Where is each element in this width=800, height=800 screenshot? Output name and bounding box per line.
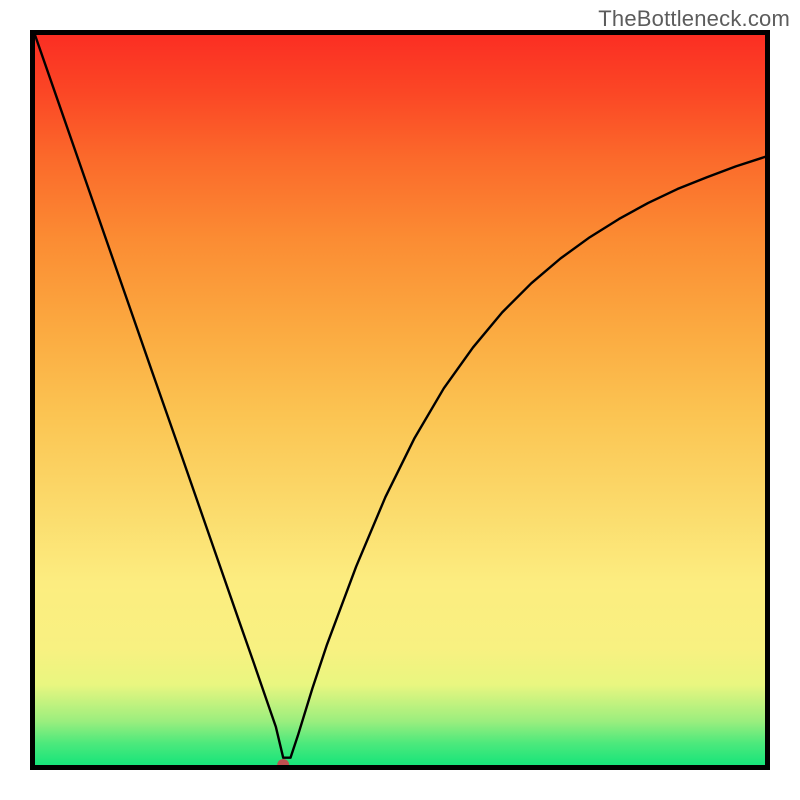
plot-border bbox=[30, 30, 770, 770]
bottleneck-curve bbox=[35, 35, 765, 758]
plot-outer bbox=[0, 0, 800, 800]
chart-svg bbox=[35, 35, 765, 765]
minimum-marker bbox=[277, 759, 289, 765]
chart-frame: TheBottleneck.com bbox=[0, 0, 800, 800]
